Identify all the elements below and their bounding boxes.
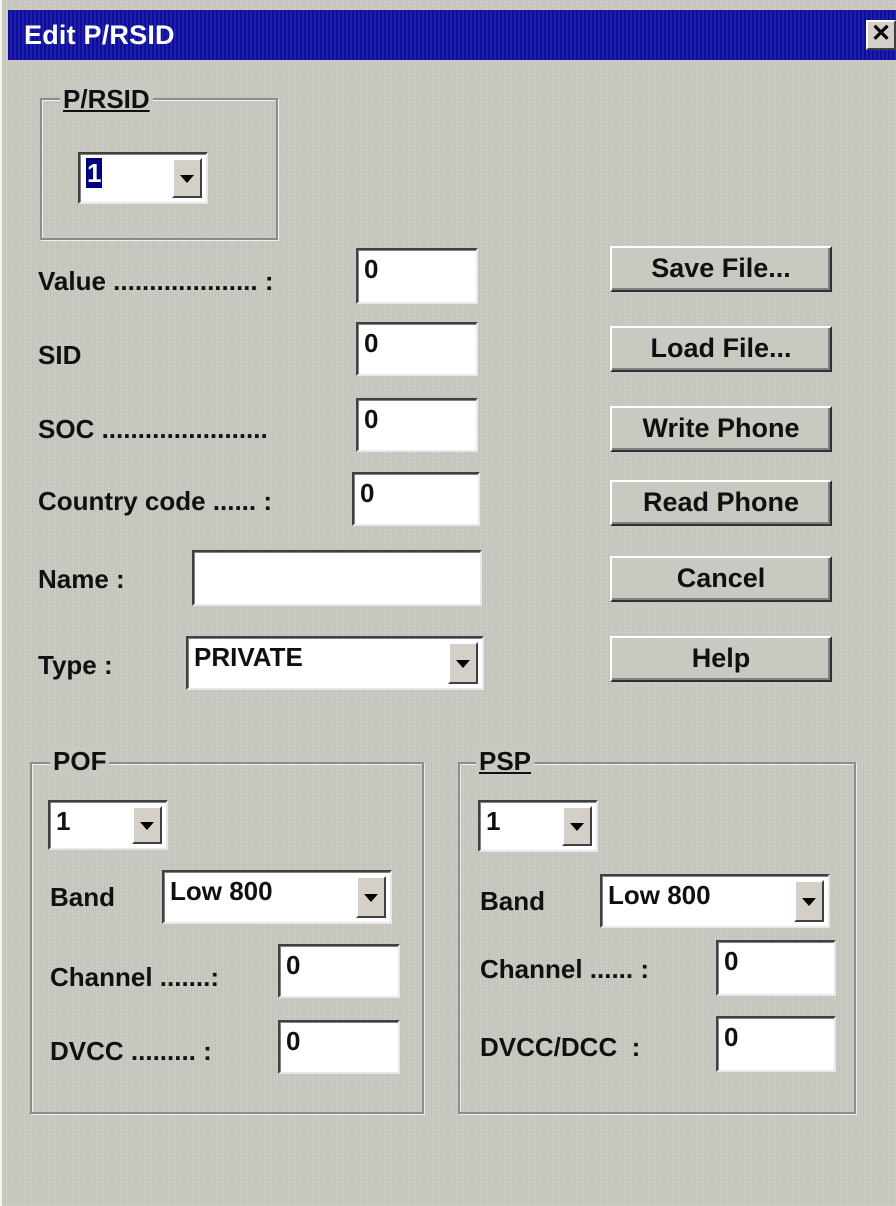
prsid-group-title: P/RSID (60, 84, 153, 115)
psp-channel-field[interactable]: 0 (716, 940, 836, 996)
chevron-down-icon[interactable] (356, 876, 386, 918)
psp-band-combo[interactable]: Low 800 (600, 874, 830, 928)
chevron-down-icon[interactable] (794, 880, 824, 922)
psp-band-value: Low 800 (608, 880, 711, 910)
write-phone-button[interactable]: Write Phone (610, 406, 832, 452)
value-label: Value .................... : (38, 266, 274, 296)
pof-band-label: Band (50, 882, 115, 912)
title-bar[interactable]: Edit P/RSID ✕ (8, 10, 896, 60)
edit-prsid-dialog: Edit P/RSID ✕ P/RSID 1 Value ...........… (0, 0, 896, 1206)
type-combo-value: PRIVATE (194, 642, 303, 672)
type-label: Type : (38, 650, 113, 680)
value-field[interactable]: 0 (356, 248, 478, 304)
window-title: Edit P/RSID (24, 20, 175, 50)
pof-dvcc-field[interactable]: 0 (278, 1020, 400, 1074)
read-phone-button[interactable]: Read Phone (610, 480, 832, 526)
country-code-field[interactable]: 0 (352, 472, 480, 526)
pof-channel-label: Channel .......: (50, 962, 220, 992)
name-label: Name : (38, 564, 125, 594)
prsid-combo-value: 1 (86, 158, 103, 188)
pof-combo-value: 1 (56, 806, 71, 836)
name-field[interactable] (192, 550, 482, 606)
psp-group-title: PSP (476, 746, 535, 777)
type-combo[interactable]: PRIVATE (186, 636, 484, 690)
psp-dvcc-field[interactable]: 0 (716, 1016, 836, 1072)
psp-dvcc-label: DVCC/DCC : (480, 1032, 641, 1062)
save-file-button[interactable]: Save File... (610, 246, 832, 292)
chevron-down-icon[interactable] (448, 642, 478, 684)
pof-band-value: Low 800 (170, 876, 273, 906)
cancel-button[interactable]: Cancel (610, 556, 832, 602)
psp-channel-label: Channel ...... : (480, 954, 650, 984)
close-icon: ✕ (870, 20, 892, 47)
sid-field[interactable]: 0 (356, 322, 478, 376)
soc-label: SOC ....................... (38, 414, 268, 444)
pof-channel-field[interactable]: 0 (278, 944, 400, 998)
help-button[interactable]: Help (610, 636, 832, 682)
psp-band-label: Band (480, 886, 545, 916)
chevron-down-icon[interactable] (132, 806, 162, 844)
psp-combo-value: 1 (486, 806, 501, 836)
prsid-combo[interactable]: 1 (78, 152, 208, 204)
load-file-button[interactable]: Load File... (610, 326, 832, 372)
pof-combo[interactable]: 1 (48, 800, 168, 850)
country-code-label: Country code ...... : (38, 486, 273, 516)
soc-field[interactable]: 0 (356, 398, 478, 452)
pof-dvcc-label: DVCC ......... : (50, 1036, 212, 1066)
psp-combo[interactable]: 1 (478, 800, 598, 852)
chevron-down-icon[interactable] (562, 806, 592, 846)
pof-group-title: POF (50, 746, 110, 777)
pof-band-combo[interactable]: Low 800 (162, 870, 392, 924)
sid-label: SID (38, 340, 82, 370)
chevron-down-icon[interactable] (172, 158, 202, 198)
close-button[interactable]: ✕ (866, 20, 896, 50)
